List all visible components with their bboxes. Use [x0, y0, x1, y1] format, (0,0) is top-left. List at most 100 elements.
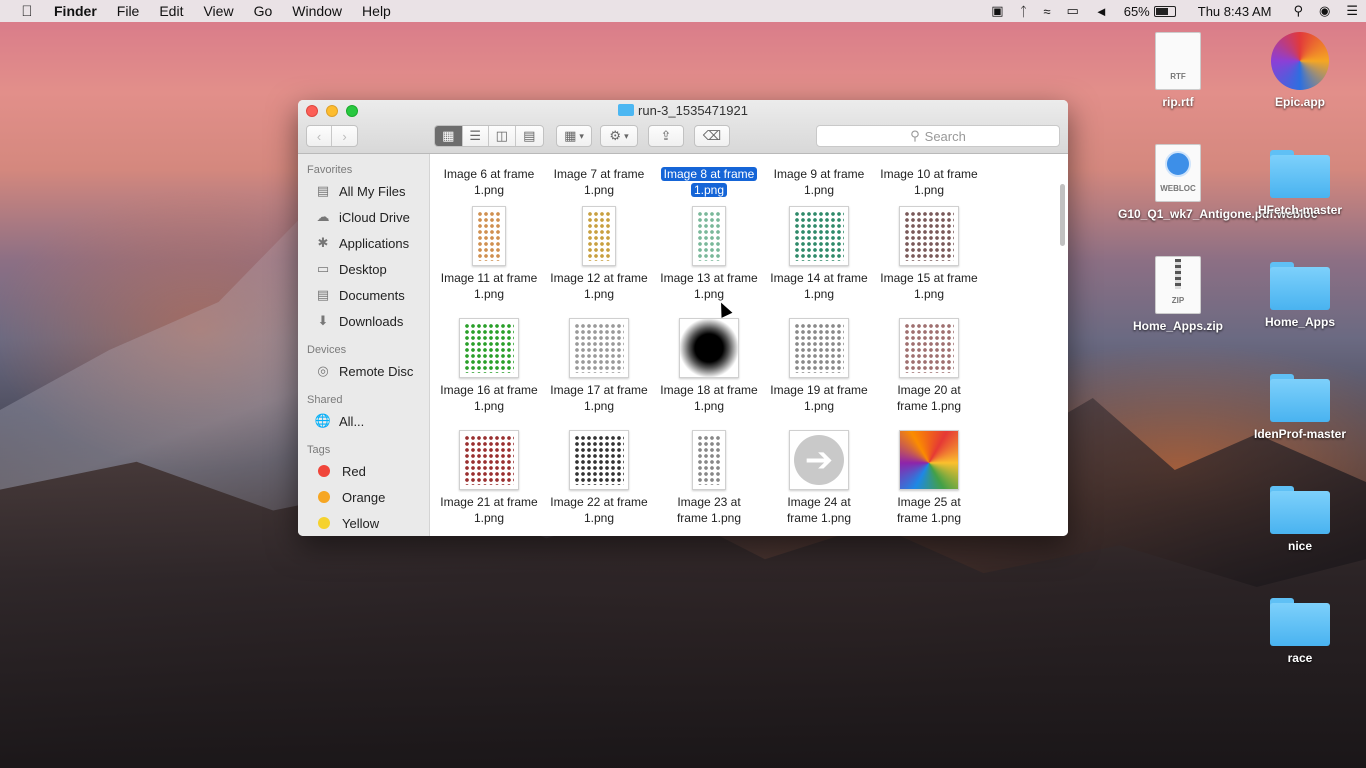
- file-item[interactable]: Image 15 at frame 1.png: [874, 206, 984, 302]
- webloc-document-icon: WEBLOC: [1155, 144, 1201, 202]
- vertical-scrollbar[interactable]: [1060, 184, 1065, 246]
- file-item[interactable]: Image 10 at frame 1.png: [874, 162, 984, 198]
- siri-icon[interactable]: ◉: [1311, 3, 1338, 19]
- documents-icon: ▤: [316, 287, 330, 302]
- folder-icon: [1270, 150, 1330, 198]
- cover-flow-button[interactable]: ▤: [516, 126, 543, 146]
- virtualbox-icon[interactable]: ▣: [983, 3, 1011, 19]
- sidebar: Favorites ▤ All My Files ☁ iCloud Drive ✱ A…: [298, 154, 430, 536]
- desktop-icon-home-apps[interactable]: Home_Apps: [1240, 256, 1360, 330]
- file-item[interactable]: Image 9 at frame 1.png: [764, 162, 874, 198]
- search-placeholder: Search: [924, 128, 966, 144]
- file-item[interactable]: Image 22 at frame 1.png: [544, 430, 654, 526]
- tag-icon: ⌫: [702, 128, 722, 143]
- tag-dot-yellow: [318, 517, 330, 529]
- desktop-icon-hfetch-master[interactable]: HFetch-master: [1240, 144, 1360, 218]
- column-view-button[interactable]: ◫: [489, 126, 516, 146]
- sidebar-item-icloud-drive[interactable]: ☁ iCloud Drive: [298, 204, 429, 230]
- desktop-icon-webloc[interactable]: WEBLOC G10_Q1_wk7_Antigone.pdf.webloc: [1118, 144, 1317, 222]
- file-item[interactable]: Image 12 at frame 1.png: [544, 206, 654, 302]
- file-item[interactable]: Image 20 at frame 1.png: [874, 318, 984, 414]
- nav-buttons: ‹ ›: [306, 125, 358, 147]
- search-field[interactable]: ⚲ Search: [816, 125, 1060, 147]
- menu-edit[interactable]: Edit: [149, 3, 193, 19]
- list-view-button[interactable]: ☰: [463, 126, 490, 146]
- sidebar-item-documents[interactable]: ▤ Documents: [298, 282, 429, 308]
- file-item[interactable]: Image 13 at frame 1.png: [654, 206, 764, 302]
- desktop-icon-race[interactable]: race: [1240, 592, 1360, 666]
- file-item[interactable]: Image 23 at frame 1.png: [654, 430, 764, 526]
- airplay-icon[interactable]: ▭: [1059, 3, 1087, 19]
- image-thumbnail: [472, 206, 506, 266]
- menu-window[interactable]: Window: [282, 3, 352, 19]
- file-name: Image 24 at frame 1.png: [786, 495, 852, 525]
- arrange-button[interactable]: ▦ ▾: [556, 125, 592, 147]
- view-mode-switcher: ▦ ☰ ◫ ▤: [434, 125, 544, 147]
- action-button[interactable]: ⚙ ▾: [600, 125, 638, 147]
- file-item[interactable]: ➔ Image 24 at frame 1.png: [764, 430, 874, 526]
- file-item[interactable]: Image 11 at frame 1.png: [434, 206, 544, 302]
- image-thumbnail: [692, 206, 726, 266]
- icon-view-button[interactable]: ▦: [435, 126, 463, 146]
- menu-go[interactable]: Go: [244, 3, 283, 19]
- image-thumbnail: [569, 430, 629, 490]
- menu-help[interactable]: Help: [352, 3, 401, 19]
- sidebar-item-all-my-files[interactable]: ▤ All My Files: [298, 178, 429, 204]
- downloads-icon: ⬇: [317, 313, 329, 328]
- battery-status[interactable]: 65%: [1116, 4, 1184, 19]
- sidebar-item-shared-all[interactable]: 🌐 All...: [298, 408, 429, 434]
- window-title: run-3_1535471921: [298, 103, 1068, 118]
- share-button[interactable]: ⇪: [648, 125, 684, 147]
- chevron-down-icon: ▾: [624, 130, 629, 141]
- image-thumbnail: [459, 318, 519, 378]
- clock[interactable]: Thu 8:43 AM: [1184, 4, 1286, 19]
- sidebar-tag-orange[interactable]: Orange: [298, 484, 429, 510]
- volume-icon[interactable]: ◄: [1087, 4, 1116, 19]
- sidebar-item-desktop[interactable]: ▭ Desktop: [298, 256, 429, 282]
- sidebar-item-downloads[interactable]: ⬇ Downloads: [298, 308, 429, 334]
- menu-app-finder[interactable]: Finder: [54, 3, 107, 19]
- spotlight-icon[interactable]: ⚲: [1285, 3, 1311, 19]
- file-item[interactable]: Image 6 at frame 1.png: [434, 162, 544, 198]
- menu-view[interactable]: View: [193, 3, 243, 19]
- file-item[interactable]: Image 7 at frame 1.png: [544, 162, 654, 198]
- sidebar-tag-red[interactable]: Red: [298, 458, 429, 484]
- wifi-icon[interactable]: ≈: [1035, 4, 1058, 19]
- file-grid-area[interactable]: Image 6 at frame 1.png Image 7 at frame 1.p…: [431, 154, 1068, 536]
- desktop-icon-home-apps-zip[interactable]: ZIP Home_Apps.zip: [1118, 256, 1238, 334]
- image-thumbnail: [582, 206, 616, 266]
- image-thumbnail: [899, 430, 959, 490]
- file-name: Image 19 at frame 1.png: [770, 383, 868, 413]
- back-button[interactable]: ‹: [307, 126, 333, 146]
- file-item[interactable]: Image 17 at frame 1.png: [544, 318, 654, 414]
- desktop-icon-nice[interactable]: nice: [1240, 480, 1360, 554]
- sidebar-tag-yellow[interactable]: Yellow: [298, 510, 429, 536]
- sidebar-item-remote-disc[interactable]: ◎ Remote Disc: [298, 358, 429, 384]
- file-name: Image 9 at frame 1.png: [773, 167, 865, 197]
- sidebar-item-applications[interactable]: ✱ Applications: [298, 230, 429, 256]
- menu-file[interactable]: File: [107, 3, 150, 19]
- image-thumbnail: [899, 318, 959, 378]
- file-item[interactable]: Image 8 at frame 1.png: [654, 162, 764, 198]
- bluetooth-icon[interactable]: ᛏ: [1012, 4, 1036, 19]
- file-item[interactable]: Image 18 at frame 1.png: [654, 318, 764, 414]
- desktop-icon-idenprof-master[interactable]: IdenProf-master: [1240, 368, 1360, 442]
- sidebar-header-shared: Shared: [307, 394, 343, 406]
- file-item[interactable]: Image 14 at frame 1.png: [764, 206, 874, 302]
- image-thumbnail: [679, 318, 739, 378]
- forward-button[interactable]: ›: [332, 126, 357, 146]
- folder-icon: [1270, 262, 1330, 310]
- file-item[interactable]: Image 21 at frame 1.png: [434, 430, 544, 526]
- apple-icon[interactable]: : [0, 3, 54, 20]
- image-thumbnail: ➔: [789, 430, 849, 490]
- file-item[interactable]: Image 16 at frame 1.png: [434, 318, 544, 414]
- desktop-icon-epic-app[interactable]: Epic.app: [1240, 32, 1360, 110]
- file-item[interactable]: Image 19 at frame 1.png: [764, 318, 874, 414]
- tags-button[interactable]: ⌫: [694, 125, 730, 147]
- image-thumbnail: [459, 430, 519, 490]
- notification-center-icon[interactable]: ☰: [1338, 3, 1366, 19]
- file-item[interactable]: Image 25 at frame 1.png: [874, 430, 984, 526]
- file-name: Image 11 at frame 1.png: [440, 271, 538, 301]
- image-thumbnail: [692, 430, 726, 490]
- desktop-icon-rip-rtf[interactable]: RTF rip.rtf: [1118, 32, 1238, 110]
